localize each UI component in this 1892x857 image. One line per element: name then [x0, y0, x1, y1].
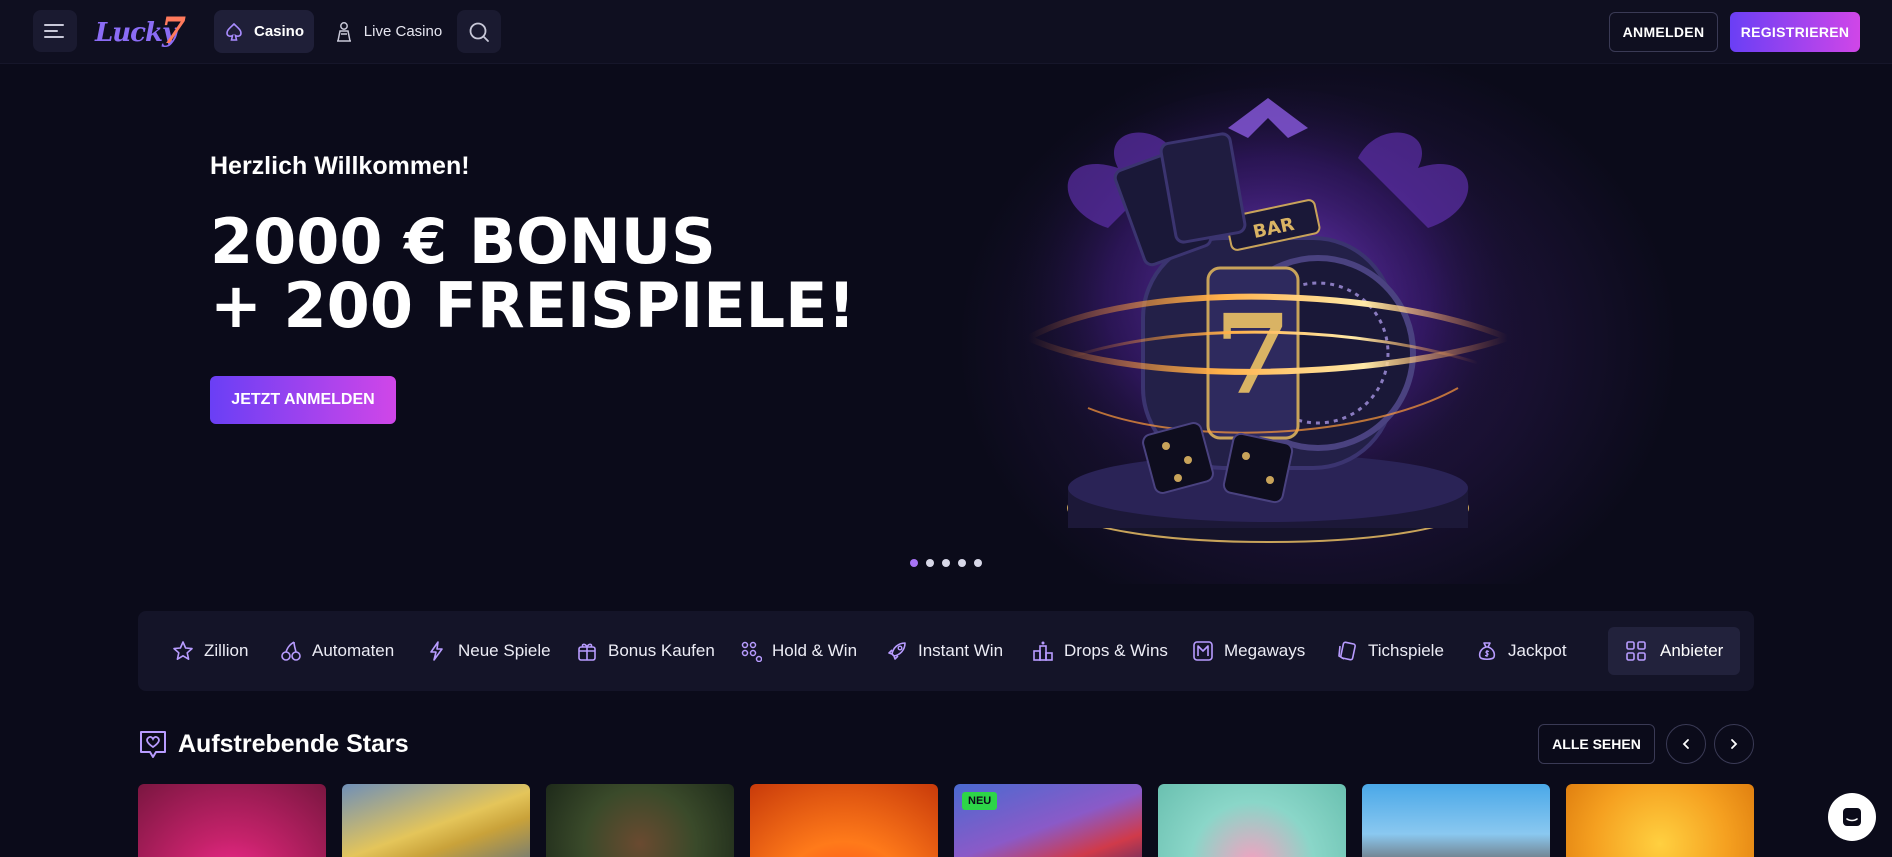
category-hold-win[interactable]: Hold & Win — [740, 611, 857, 691]
game-card[interactable] — [1158, 784, 1346, 857]
logo[interactable]: Lucky 7 — [95, 10, 189, 52]
svg-text:7: 7 — [1215, 290, 1292, 419]
carousel-dot[interactable] — [974, 559, 982, 567]
megaways-icon — [1193, 641, 1213, 661]
category-label: Bonus Kaufen — [608, 641, 715, 660]
section-header: Aufstrebende Stars — [138, 722, 409, 766]
category-label: Zillion — [204, 641, 249, 660]
game-card[interactable] — [750, 784, 938, 857]
providers-label: Anbieter — [1660, 641, 1724, 660]
section-title: Aufstrebende Stars — [178, 729, 409, 758]
category-zillion[interactable]: Zillion — [172, 611, 248, 691]
prev-button[interactable] — [1666, 724, 1706, 764]
category-automaten[interactable]: Automaten — [280, 611, 394, 691]
star-icon — [173, 641, 193, 660]
game-card[interactable] — [342, 784, 530, 857]
nav-live-casino[interactable]: Live Casino — [326, 10, 450, 53]
category-label: Jackpot — [1508, 641, 1567, 660]
search-icon — [469, 22, 489, 42]
dots-grid-icon — [741, 641, 762, 662]
category-neue-spiele[interactable]: Neue Spiele — [426, 611, 551, 691]
login-button[interactable]: ANMELDEN — [1609, 12, 1718, 52]
next-button[interactable] — [1714, 724, 1754, 764]
search-button[interactable] — [457, 10, 501, 53]
game-card[interactable] — [138, 784, 326, 857]
chat-button[interactable] — [1828, 793, 1876, 841]
chat-icon — [1843, 808, 1861, 826]
logo-number: 7 — [161, 10, 187, 52]
podium-icon — [1033, 641, 1053, 661]
slot-machine-illustration: 7 BAR — [998, 88, 1538, 548]
category-bonus-kaufen[interactable]: Bonus Kaufen — [576, 611, 715, 691]
nav-casino-label: Casino — [253, 23, 304, 40]
money-bag-icon — [1478, 642, 1496, 661]
lightning-icon — [430, 641, 443, 661]
top-header: Lucky 7 Casino Live Casino ANMELDEN REGI… — [0, 0, 1892, 64]
category-label: Automaten — [312, 641, 395, 660]
category-jackpot[interactable]: Jackpot — [1476, 611, 1567, 691]
menu-button[interactable] — [33, 10, 77, 52]
carousel-dot[interactable] — [926, 559, 934, 567]
category-label: Hold & Win — [772, 641, 858, 660]
nav-casino[interactable]: Casino — [214, 10, 314, 53]
hero-welcome: Herzlich Willkommen! — [210, 152, 470, 180]
cherries-icon — [281, 641, 301, 661]
gift-icon — [578, 643, 596, 661]
hamburger-menu-icon — [44, 24, 64, 38]
rocket-icon — [888, 642, 906, 660]
grid-icon — [1626, 641, 1646, 661]
game-card[interactable] — [546, 784, 734, 857]
category-label: Megaways — [1224, 641, 1306, 660]
carousel-dot[interactable] — [910, 559, 918, 567]
new-badge: NEU — [962, 792, 998, 810]
category-label: Instant Win — [918, 641, 1004, 660]
cards-icon — [1338, 641, 1356, 661]
carousel-dot[interactable] — [942, 559, 950, 567]
hero-title-line-1: 2000 € BONUS — [210, 205, 716, 278]
hero-title-line-2: + 200 FREISPIELE! — [210, 269, 856, 342]
category-label: Tichspiele — [1368, 641, 1444, 660]
heart-badge-icon — [140, 731, 166, 758]
category-bar: Zillion Automaten Neue Spiele Bonus Kauf… — [138, 611, 1754, 691]
game-card[interactable] — [1566, 784, 1754, 857]
register-button[interactable]: REGISTRIEREN — [1730, 12, 1860, 52]
category-tichspiele[interactable]: Tichspiele — [1336, 611, 1444, 691]
category-drops-wins[interactable]: Drops & Wins — [1032, 611, 1168, 691]
category-megaways[interactable]: Megaways — [1192, 611, 1305, 691]
carousel-dot[interactable] — [958, 559, 966, 567]
providers-button[interactable]: Anbieter — [1608, 627, 1740, 675]
game-card[interactable]: NEU — [954, 784, 1142, 857]
hero-title: 2000 € BONUS + 200 FREISPIELE! — [210, 210, 856, 338]
see-all-button[interactable]: ALLE SEHEN — [1538, 724, 1655, 764]
game-card[interactable] — [1362, 784, 1550, 857]
chevron-left-icon — [1682, 739, 1689, 749]
carousel-dots — [910, 559, 982, 567]
category-label: Drops & Wins — [1064, 641, 1168, 660]
chevron-right-icon — [1731, 739, 1738, 749]
spade-icon — [226, 22, 242, 41]
category-instant-win[interactable]: Instant Win — [886, 611, 1003, 691]
hero-banner[interactable]: Herzlich Willkommen! 2000 € BONUS + 200 … — [138, 64, 1754, 584]
category-label: Neue Spiele — [458, 641, 551, 660]
nav-live-casino-label: Live Casino — [363, 23, 443, 40]
dealer-icon — [336, 21, 351, 42]
hero-signup-button[interactable]: JETZT ANMELDEN — [210, 376, 396, 424]
